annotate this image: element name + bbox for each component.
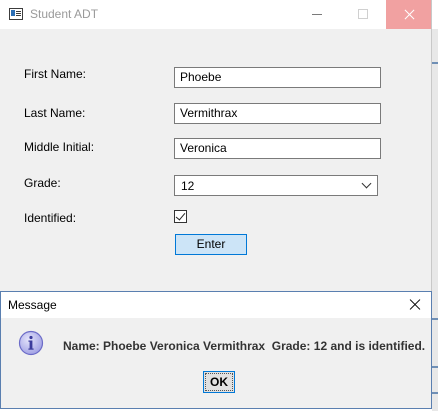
ok-button[interactable]: OK: [203, 371, 235, 393]
background-marker: [432, 62, 438, 64]
information-icon: [18, 330, 44, 356]
screen: Student ADT First Name: Phoebe Last Name…: [0, 0, 438, 411]
grade-select[interactable]: 12: [174, 175, 378, 196]
enter-button[interactable]: Enter: [175, 234, 247, 255]
grade-label: Grade:: [24, 176, 61, 190]
close-icon[interactable]: [399, 292, 431, 318]
chevron-down-icon[interactable]: [361, 178, 372, 189]
window-title: Student ADT: [30, 7, 99, 21]
identified-label: Identified:: [24, 211, 77, 225]
minimize-icon[interactable]: [294, 0, 340, 29]
app-window-icon: [9, 8, 23, 20]
middle-initial-field[interactable]: Veronica: [174, 138, 381, 159]
background-window-edge: [432, 29, 438, 411]
first-name-label: First Name:: [24, 67, 87, 81]
dialog-title: Message: [8, 298, 57, 312]
checkmark-icon: [175, 210, 186, 221]
dialog-titlebar[interactable]: Message: [1, 292, 431, 318]
message-dialog: Message Name: Phoebe Veronica Vermithrax…: [0, 291, 432, 409]
dialog-message: Name: Phoebe Veronica Vermithrax Grade: …: [63, 339, 426, 353]
last-name-label: Last Name:: [24, 106, 86, 120]
identified-checkbox[interactable]: [174, 210, 187, 223]
window-titlebar[interactable]: Student ADT: [0, 0, 431, 29]
grade-selected-value: 12: [181, 179, 195, 193]
background-marker: [432, 392, 438, 394]
background-marker: [432, 318, 438, 320]
middle-initial-label: Middle Initial:: [24, 140, 95, 154]
first-name-field[interactable]: Phoebe: [174, 67, 381, 88]
background-marker: [432, 366, 438, 368]
maximize-icon[interactable]: [340, 0, 386, 29]
close-icon[interactable]: [386, 0, 431, 29]
last-name-field[interactable]: Vermithrax: [174, 103, 381, 124]
student-adt-window: Student ADT First Name: Phoebe Last Name…: [0, 0, 432, 292]
